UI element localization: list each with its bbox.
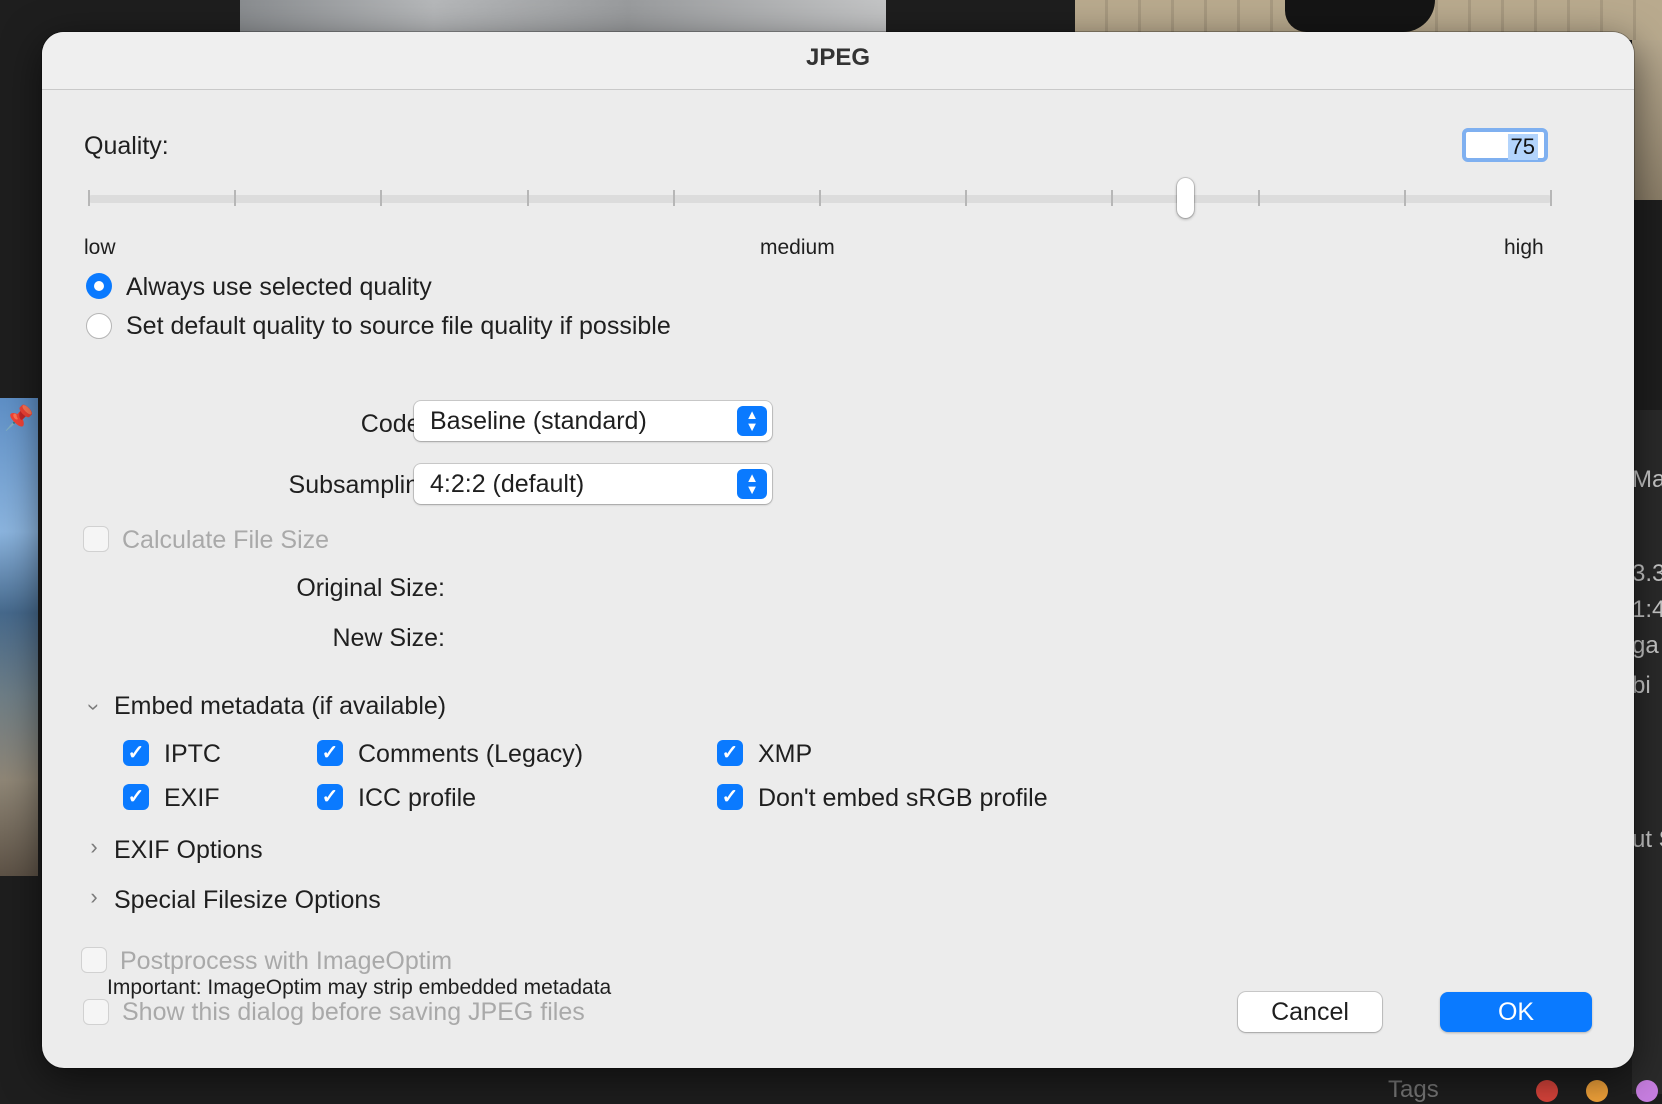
quality-value-text: 75: [1507, 134, 1538, 160]
quality-slider-knob[interactable]: [1176, 178, 1194, 218]
calculate-file-size-label: Calculate File Size: [122, 526, 330, 554]
show-dialog-checkbox[interactable]: [83, 999, 109, 1025]
slider-tick: [819, 190, 821, 206]
slider-tick: [1404, 190, 1406, 206]
imageoptim-warning: Important: ImageOptim may strip embedded…: [107, 976, 612, 999]
chevron-up-down-icon: ▲ ▼: [737, 469, 767, 499]
xmp-checkbox[interactable]: ✓: [717, 740, 743, 766]
exif-label[interactable]: EXIF: [164, 784, 220, 813]
background-panel-text: Ma: [1632, 466, 1662, 493]
exif-options-header[interactable]: EXIF Options: [114, 836, 263, 865]
slider-tick: [88, 190, 90, 206]
codec-value: Baseline (standard): [430, 407, 647, 435]
postprocess-imageoptim-label: Postprocess with ImageOptim: [120, 947, 453, 975]
background-info-panel: [1632, 410, 1662, 1094]
cancel-button[interactable]: Cancel: [1238, 992, 1382, 1032]
iptc-label[interactable]: IPTC: [164, 740, 221, 769]
slider-tick: [380, 190, 382, 206]
tag-color-dot[interactable]: [1536, 1080, 1558, 1102]
exif-checkbox[interactable]: ✓: [123, 784, 149, 810]
quality-medium-label: medium: [760, 236, 835, 259]
subsampling-value: 4:2:2 (default): [430, 470, 585, 498]
original-size-label: Original Size:: [296, 574, 445, 602]
dont-embed-srgb-checkbox[interactable]: ✓: [717, 784, 743, 810]
jpeg-options-dialog: JPEG Quality: 75 low medium high Always …: [42, 32, 1634, 1068]
always-use-quality-label[interactable]: Always use selected quality: [126, 273, 432, 302]
source-quality-radio[interactable]: [86, 313, 112, 339]
dialog-title-bar: JPEG: [42, 32, 1634, 90]
slider-tick: [234, 190, 236, 206]
icc-profile-label[interactable]: ICC profile: [358, 784, 476, 813]
icc-profile-checkbox[interactable]: ✓: [317, 784, 343, 810]
calculate-file-size-checkbox[interactable]: [83, 526, 109, 552]
slider-tick: [1111, 190, 1113, 206]
tag-color-dot[interactable]: [1586, 1080, 1608, 1102]
quality-high-label: high: [1504, 236, 1544, 259]
background-panel-text: 3.3: [1632, 560, 1662, 587]
background-tags-label: Tags: [1388, 1076, 1439, 1103]
background-panel-text: ga: [1632, 632, 1659, 659]
dialog-title: JPEG: [805, 44, 871, 71]
quality-low-label: low: [84, 236, 116, 259]
chevron-up-down-icon: ▲ ▼: [737, 406, 767, 436]
background-panel-text: bi: [1632, 672, 1651, 699]
embed-metadata-header[interactable]: Embed metadata (if available): [114, 692, 446, 721]
slider-tick: [673, 190, 675, 206]
ok-button[interactable]: OK: [1440, 992, 1592, 1032]
dont-embed-srgb-label[interactable]: Don't embed sRGB profile: [758, 784, 1048, 813]
iptc-checkbox[interactable]: ✓: [123, 740, 149, 766]
codec-popup[interactable]: Baseline (standard) ▲ ▼: [414, 401, 772, 441]
source-quality-label[interactable]: Set default quality to source file quali…: [126, 312, 671, 341]
show-dialog-label: Show this dialog before saving JPEG file…: [122, 998, 585, 1026]
background-raven-silhouette: [1285, 0, 1435, 32]
xmp-label[interactable]: XMP: [758, 740, 812, 769]
background-bridge-photo: [0, 398, 38, 876]
pin-icon[interactable]: 📌: [4, 404, 34, 433]
subsampling-label: Subsampling:: [288, 471, 440, 499]
slider-tick: [1550, 190, 1552, 206]
chevron-right-icon[interactable]: ›: [84, 834, 104, 860]
background-panel-text: ut S: [1632, 826, 1662, 853]
chevron-down-icon[interactable]: ›: [81, 697, 107, 717]
subsampling-popup[interactable]: 4:2:2 (default) ▲ ▼: [414, 464, 772, 504]
slider-tick: [1258, 190, 1260, 206]
quality-label: Quality:: [84, 132, 169, 160]
chevron-right-icon[interactable]: ›: [84, 884, 104, 910]
background-panel-text: 1:4: [1632, 596, 1662, 623]
quality-value-field[interactable]: 75: [1462, 128, 1548, 162]
tag-color-dot[interactable]: [1636, 1080, 1658, 1102]
new-size-label: New Size:: [332, 624, 445, 652]
slider-tick: [527, 190, 529, 206]
slider-tick: [965, 190, 967, 206]
postprocess-imageoptim-checkbox[interactable]: [81, 947, 107, 973]
background-photo-strip: [1632, 40, 1662, 200]
special-filesize-options-header[interactable]: Special Filesize Options: [114, 886, 381, 915]
always-use-quality-radio[interactable]: [86, 273, 112, 299]
comments-legacy-checkbox[interactable]: ✓: [317, 740, 343, 766]
comments-legacy-label[interactable]: Comments (Legacy): [358, 740, 583, 769]
